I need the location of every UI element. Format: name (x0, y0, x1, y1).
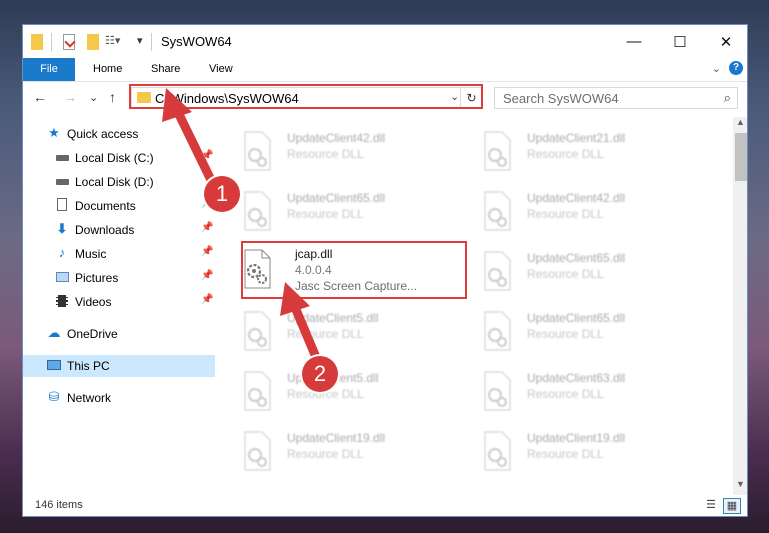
callout-badge-2: 2 (302, 356, 338, 392)
callout-arrow-1 (162, 88, 215, 183)
callout-arrow-2 (280, 282, 323, 367)
callout-badge-1: 1 (204, 176, 240, 212)
annotation-arrows (162, 88, 323, 367)
